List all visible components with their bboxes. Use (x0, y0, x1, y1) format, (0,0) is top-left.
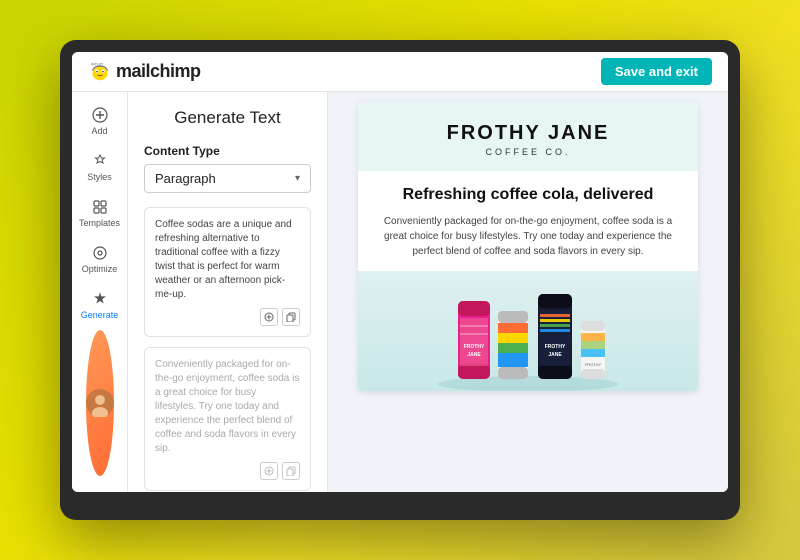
svg-text:INTUIT: INTUIT (91, 62, 104, 66)
sidebar-item-templates[interactable]: Templates (76, 192, 124, 234)
avatar-container (86, 330, 114, 484)
email-headline: Refreshing coffee cola, delivered (358, 171, 698, 214)
content-type-label: Content Type (144, 144, 311, 158)
card2-copy-btn[interactable] (282, 462, 300, 480)
save-exit-button[interactable]: Save and exit (601, 58, 712, 85)
email-image-area: FROTHY JANE (358, 271, 698, 391)
styles-icon (91, 152, 109, 170)
sidebar-templates-label: Templates (79, 218, 120, 228)
preview-panel: FROTHY JANE COFFEE CO. Refreshing coffee… (328, 92, 728, 492)
card2-actions (155, 462, 300, 480)
sidebar-styles-label: Styles (87, 172, 112, 182)
top-bar: INTUIT mailchimp Save and exit (72, 52, 728, 92)
brand-name: FROTHY JANE (374, 122, 682, 145)
text-card-1: Coffee sodas are a unique and refreshing… (144, 207, 311, 337)
sidebar-item-optimize[interactable]: Optimize (76, 238, 124, 280)
cans-illustration: FROTHY JANE (428, 276, 628, 391)
sidebar-item-generate[interactable]: Generate (76, 284, 124, 326)
card1-copy-btn[interactable] (282, 308, 300, 326)
generate-icon (91, 290, 109, 308)
main-area: Add Styles Templates (72, 92, 728, 492)
user-avatar[interactable] (86, 330, 114, 476)
svg-text:JANE: JANE (548, 352, 562, 358)
left-panel: Generate Text Content Type Paragraph ▾ C… (128, 92, 328, 492)
sidebar: Add Styles Templates (72, 92, 128, 492)
svg-text:JANE: JANE (467, 352, 481, 358)
templates-icon (91, 198, 109, 216)
sidebar-optimize-label: Optimize (82, 264, 118, 274)
sidebar-generate-label: Generate (81, 310, 119, 320)
card2-plus-btn[interactable] (260, 462, 278, 480)
laptop-frame: INTUIT mailchimp Save and exit Add (60, 40, 740, 520)
panel-title: Generate Text (144, 108, 311, 128)
svg-text:FROTHY: FROTHY (585, 362, 602, 367)
email-body: Conveniently packaged for on-the-go enjo… (358, 214, 698, 271)
brand-sub: COFFEE CO. (374, 147, 682, 157)
content-type-select[interactable]: Paragraph ▾ (144, 164, 311, 193)
card1-text: Coffee sodas are a unique and refreshing… (155, 219, 292, 300)
sidebar-add-label: Add (91, 126, 107, 136)
card1-actions (155, 308, 300, 326)
sidebar-item-add[interactable]: Add (76, 100, 124, 142)
email-header: FROTHY JANE COFFEE CO. (358, 102, 698, 171)
svg-text:FROTHY: FROTHY (464, 344, 485, 350)
screen: INTUIT mailchimp Save and exit Add (72, 52, 728, 492)
card1-plus-btn[interactable] (260, 308, 278, 326)
add-icon (91, 106, 109, 124)
email-preview: FROTHY JANE COFFEE CO. Refreshing coffee… (358, 102, 698, 391)
svg-text:FROTHY: FROTHY (545, 344, 566, 350)
logo-text: mailchimp (116, 61, 201, 82)
chevron-down-icon: ▾ (295, 173, 300, 184)
optimize-icon (91, 244, 109, 262)
mailchimp-logo: INTUIT mailchimp (88, 60, 201, 84)
email-headline-text: Refreshing coffee cola, delivered (378, 185, 678, 206)
card2-text: Conveniently packaged for on-the-go enjo… (155, 359, 299, 454)
freddie-icon: INTUIT (88, 60, 112, 84)
content-type-value: Paragraph (155, 171, 216, 186)
text-card-2: Conveniently packaged for on-the-go enjo… (144, 347, 311, 491)
sidebar-item-styles[interactable]: Styles (76, 146, 124, 188)
